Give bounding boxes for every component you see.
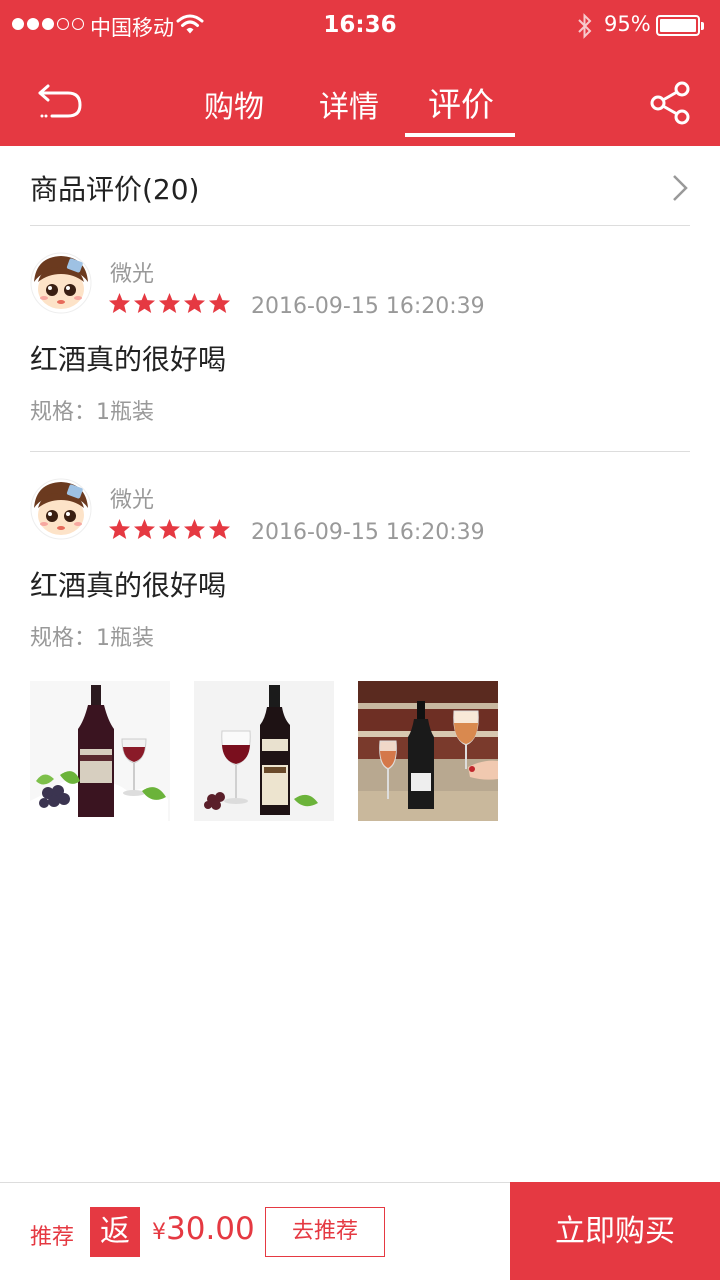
reviews-count-title: 商品评价(20) xyxy=(30,173,200,206)
rebate-badge: 返 xyxy=(90,1207,140,1257)
top-nav: 购物 详情 评价 xyxy=(0,52,720,146)
wine-photo-1[interactable] xyxy=(30,681,170,821)
review-date: 2016-09-15 16:20:39 xyxy=(251,294,485,319)
star-icon xyxy=(183,518,206,540)
review-date: 2016-09-15 16:20:39 xyxy=(251,520,485,545)
reviews-header[interactable]: 商品评价(20) xyxy=(30,148,690,226)
review-spec: 规格：1瓶装 xyxy=(30,400,154,425)
buy-now-button[interactable]: 立即购买 xyxy=(510,1182,720,1280)
review-photos xyxy=(30,681,498,821)
review-text: 红酒真的很好喝 xyxy=(30,343,227,376)
back-icon xyxy=(38,84,82,118)
star-icon xyxy=(108,518,131,540)
avatar xyxy=(30,252,92,314)
rating-stars xyxy=(108,518,231,540)
review-spec: 规格：1瓶装 xyxy=(30,626,154,651)
star-icon xyxy=(208,292,231,314)
rating-stars xyxy=(108,292,231,314)
bluetooth-icon xyxy=(576,12,594,44)
reviewer-name: 微光 xyxy=(110,488,155,513)
tab-shopping[interactable]: 购物 xyxy=(204,82,264,126)
review-item: 微光 2016-09-15 16:20:39 红酒真的很好喝 规格：1瓶装 xyxy=(30,226,690,452)
battery-percent: 95% xyxy=(604,12,651,36)
rebate-price: ¥30.00 xyxy=(152,1211,255,1247)
wine-photo-3[interactable] xyxy=(358,681,498,821)
bottom-action-bar: 推荐 返 ¥30.00 去推荐 立即购买 xyxy=(0,1182,720,1280)
star-icon xyxy=(183,292,206,314)
star-icon xyxy=(133,292,156,314)
star-icon xyxy=(133,518,156,540)
chevron-right-icon xyxy=(672,174,688,206)
star-icon xyxy=(208,518,231,540)
battery-icon xyxy=(656,15,704,36)
go-recommend-button[interactable]: 去推荐 xyxy=(265,1207,385,1257)
price-value: 30.00 xyxy=(166,1211,255,1247)
review-text: 红酒真的很好喝 xyxy=(30,569,227,602)
reviewer-name: 微光 xyxy=(110,262,155,287)
active-tab-indicator xyxy=(405,133,515,137)
star-icon xyxy=(108,292,131,314)
share-button[interactable] xyxy=(648,80,694,126)
tab-details[interactable]: 详情 xyxy=(319,82,379,126)
review-item: 微光 2016-09-15 16:20:39 红酒真的很好喝 规格：1瓶装 xyxy=(30,452,690,832)
tab-reviews[interactable]: 评价 xyxy=(428,78,494,126)
recommend-label: 推荐 xyxy=(30,1225,75,1250)
status-bar: 中国移动 16:36 95% xyxy=(0,0,720,52)
wine-photo-2[interactable] xyxy=(194,681,334,821)
star-icon xyxy=(158,518,181,540)
app-header: 中国移动 16:36 95% 购物 详情 评价 xyxy=(0,0,720,146)
share-icon xyxy=(650,81,690,125)
currency-symbol: ¥ xyxy=(152,1220,166,1245)
back-button[interactable] xyxy=(34,80,86,124)
avatar xyxy=(30,478,92,540)
star-icon xyxy=(158,292,181,314)
